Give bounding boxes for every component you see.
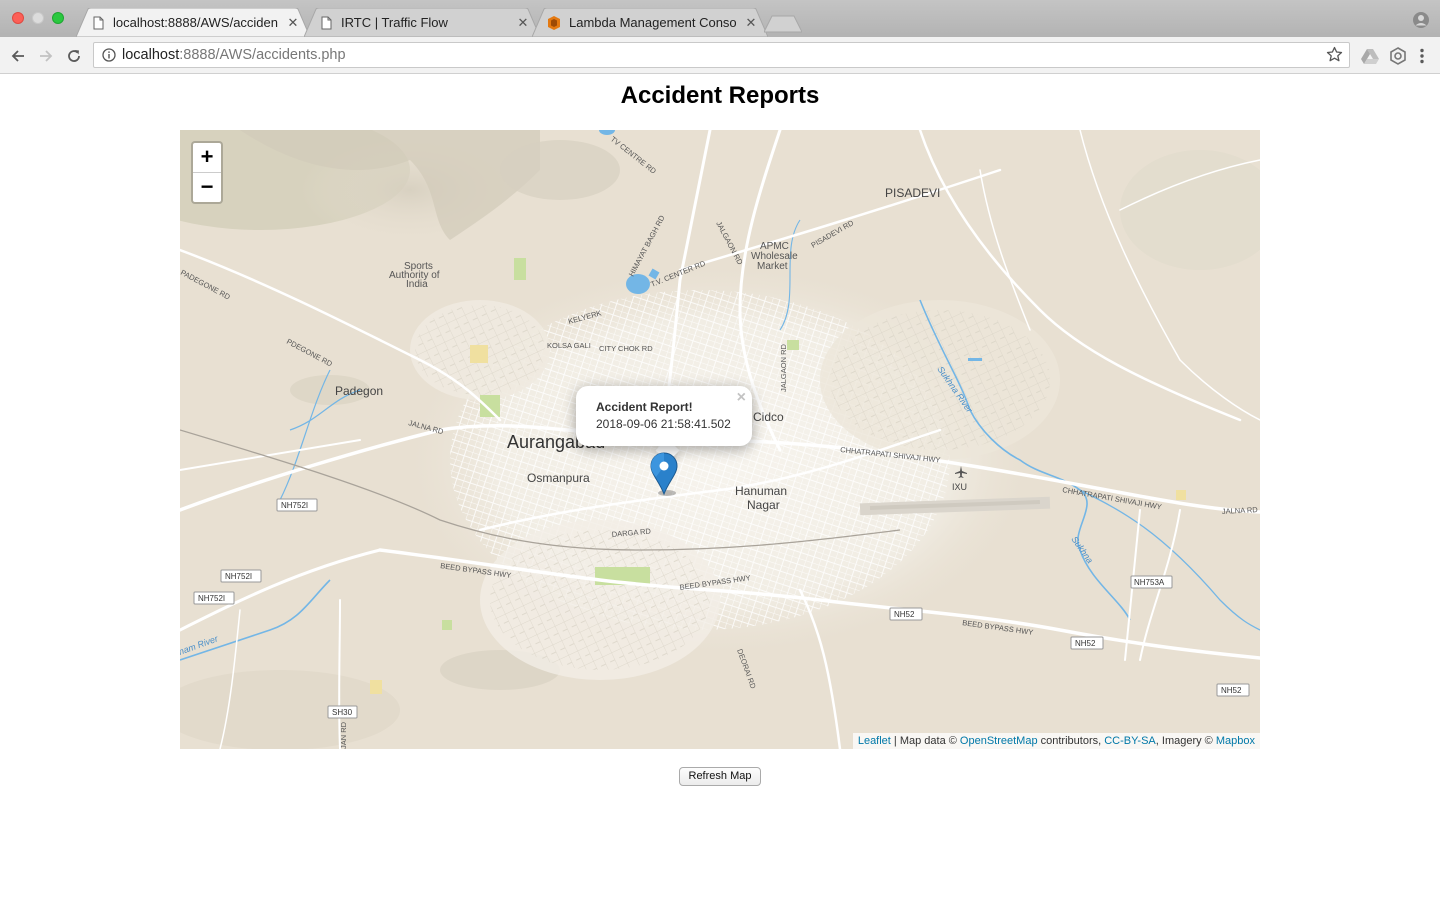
shield-nh752i-b: NH752I <box>225 572 252 581</box>
address-bar[interactable]: localhost:8888/AWS/accidents.php <box>93 42 1350 68</box>
accident-popup: × Accident Report! 2018-09-06 21:58:41.5… <box>576 386 752 446</box>
tab-title: IRTC | Traffic Flow <box>341 15 448 30</box>
attribution-text-2: contributors, <box>1037 735 1105 747</box>
label-osmanpura: Osmanpura <box>527 471 590 485</box>
browser-toolbar: localhost:8888/AWS/accidents.php <box>0 37 1440 74</box>
close-window-button[interactable] <box>12 12 24 24</box>
shield-sh30: SH30 <box>332 708 353 717</box>
popup-close-icon[interactable]: × <box>737 389 746 407</box>
page-icon <box>90 15 106 31</box>
new-tab-button[interactable] <box>763 15 803 33</box>
profile-icon[interactable] <box>1412 11 1430 29</box>
map-marker-icon[interactable] <box>650 452 678 496</box>
shield-nh753a: NH753A <box>1134 578 1165 587</box>
shield-nh752i-c: NH752I <box>198 594 225 603</box>
tab-title: localhost:8888/AWS/accidents <box>113 15 278 30</box>
zoom-out-button[interactable]: − <box>193 173 221 203</box>
shield-nh52-a: NH52 <box>894 610 915 619</box>
shield-nh752i-a: NH752I <box>281 501 308 510</box>
map-attribution: Leaflet | Map data © OpenStreetMap contr… <box>852 733 1260 749</box>
google-drive-icon[interactable] <box>1360 46 1380 66</box>
extension-icon[interactable] <box>1388 46 1408 66</box>
menu-dots-icon[interactable] <box>1412 46 1432 66</box>
label-hanuman-1: Hanuman <box>735 484 787 498</box>
url-text: localhost:8888/AWS/accidents.php <box>122 47 346 63</box>
label-pisadevi: PISADEVI <box>885 186 940 200</box>
tab-close-icon[interactable]: ✕ <box>516 15 530 30</box>
shield-nh52-b: NH52 <box>1075 639 1096 648</box>
osm-link[interactable]: OpenStreetMap <box>960 735 1038 747</box>
browser-tab-bar: localhost:8888/AWS/accidents ✕ IRTC | Tr… <box>0 0 1440 37</box>
page-icon <box>318 15 334 31</box>
minimize-window-button[interactable] <box>32 12 44 24</box>
arrow-left-icon <box>11 50 24 62</box>
aws-icon <box>546 15 562 31</box>
tab-close-icon[interactable]: ✕ <box>286 15 300 30</box>
label-hanuman-2: Nagar <box>747 498 780 512</box>
attribution-text-3: , Imagery © <box>1155 735 1216 747</box>
label-jan-rd: JAN RD <box>339 721 348 749</box>
page-title: Accident Reports <box>620 82 820 109</box>
label-ixu: IXU <box>952 482 967 492</box>
mapbox-link[interactable]: Mapbox <box>1216 735 1255 747</box>
zoom-in-button[interactable]: + <box>193 143 221 173</box>
reload-button[interactable] <box>63 45 85 67</box>
bookmark-star-icon[interactable] <box>1326 46 1343 68</box>
attribution-text-1: | Map data © <box>890 735 960 747</box>
url-host: localhost <box>122 47 180 63</box>
shield-nh52-c: NH52 <box>1221 686 1242 695</box>
tab-accidents[interactable]: localhost:8888/AWS/accidents ✕ <box>76 8 310 37</box>
tab-title: Lambda Management Console <box>569 15 736 30</box>
label-sports-3: India <box>406 279 428 290</box>
popup-timestamp: 2018-09-06 21:58:41.502 <box>596 417 731 431</box>
tab-lambda-console[interactable]: Lambda Management Console ✕ <box>532 8 768 37</box>
label-padegon: Padegon <box>335 384 383 398</box>
label-jalna-rd-2: JALNA RD <box>1222 505 1259 516</box>
label-apmc-3: Market <box>757 261 788 272</box>
tab-close-icon[interactable]: ✕ <box>744 15 758 30</box>
info-icon[interactable] <box>100 48 118 62</box>
forward-button[interactable] <box>35 45 57 67</box>
maximize-window-button[interactable] <box>52 12 64 24</box>
arrow-right-icon <box>40 50 53 62</box>
zoom-control: + − <box>191 141 223 204</box>
leaflet-link[interactable]: Leaflet <box>858 735 891 747</box>
popup-title: Accident Report! <box>596 400 693 414</box>
tab-traffic-flow[interactable]: IRTC | Traffic Flow ✕ <box>304 8 540 37</box>
label-kolsa: KOLSA GALI <box>547 341 591 350</box>
refresh-map-button[interactable]: Refresh Map <box>679 767 761 786</box>
map-container[interactable]: Aurangabad PISADEVI Padegon Osmanpura Ci… <box>180 130 1260 749</box>
label-cidco: Cidco <box>753 410 784 424</box>
label-city-chok: CITY CHOK RD <box>599 344 653 353</box>
license-link[interactable]: CC-BY-SA <box>1104 735 1156 747</box>
url-path: :8888/AWS/accidents.php <box>179 47 346 63</box>
label-jalgaon-rd-2: JALGAON RD <box>779 343 788 392</box>
reload-icon <box>68 50 80 62</box>
back-button[interactable] <box>7 45 29 67</box>
